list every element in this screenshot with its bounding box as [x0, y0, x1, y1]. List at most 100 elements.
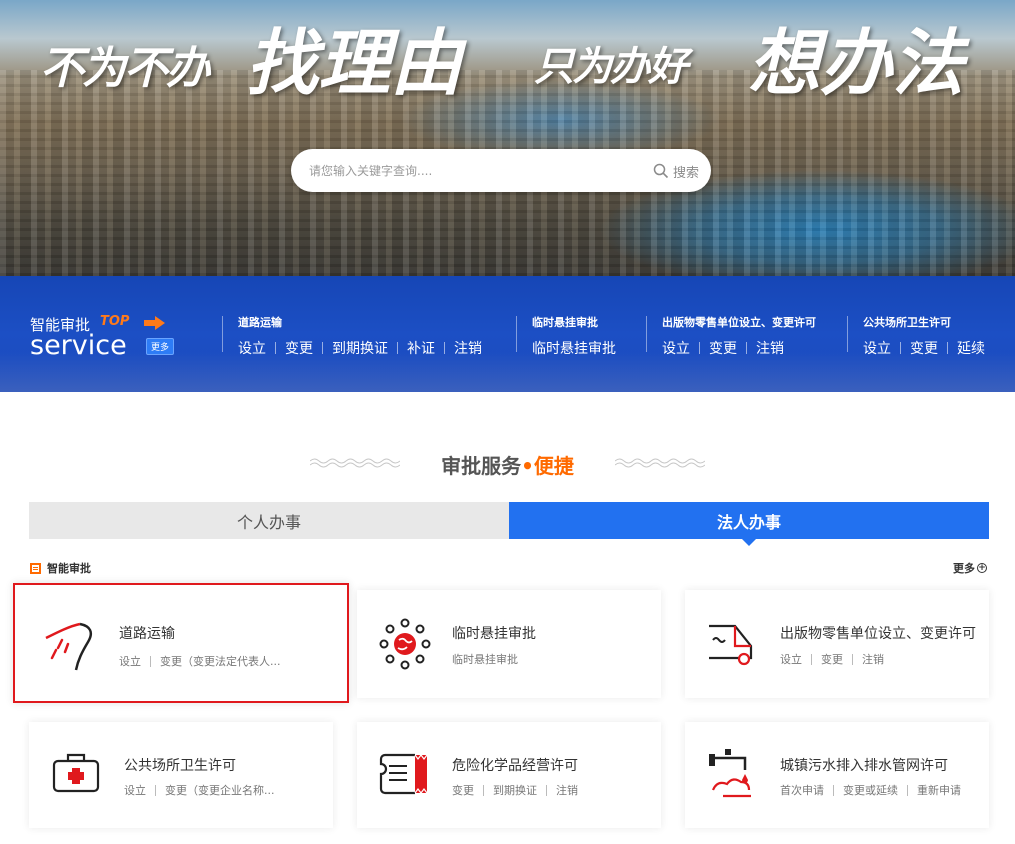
service-card-road-transport[interactable]: 道路运输 设立 变更（变更法定代表人... [13, 583, 349, 703]
first-aid-kit-icon [52, 753, 100, 793]
divider [900, 342, 901, 354]
service-logo-top: TOP [100, 314, 130, 329]
service-link[interactable]: 注销 [454, 338, 482, 358]
divider [847, 316, 848, 352]
service-card-option[interactable]: 到期换证 [493, 782, 537, 798]
service-link[interactable]: 补证 [407, 338, 435, 358]
slogan-small-1: 不为不办 [40, 43, 210, 94]
subsection-heading: 智能审批 [30, 560, 91, 576]
service-card-public-hygiene[interactable]: 公共场所卫生许可 设立 变更（变更企业名称... [29, 722, 333, 828]
search-icon [653, 163, 669, 179]
section-title: 审批服务•便捷 [0, 450, 1015, 480]
slogan-small-2: 只为办好 [534, 43, 688, 90]
service-card-option[interactable]: 变更（变更企业名称... [165, 782, 275, 798]
service-card-option[interactable]: 首次申请 [780, 782, 824, 798]
service-link[interactable]: 变更 [910, 338, 938, 358]
service-card-sewage-discharge[interactable]: 城镇污水排入排水管网许可 首次申请 变更或延续 重新申请 [685, 722, 989, 828]
service-group-links: 设立 变更 注销 [662, 338, 816, 358]
service-card-option[interactable]: 设立 [124, 782, 146, 798]
hazard-document-icon [379, 753, 428, 795]
divider [275, 342, 276, 354]
divider [852, 653, 853, 665]
service-link[interactable]: 设立 [238, 338, 266, 358]
service-card-option[interactable]: 设立 [119, 653, 141, 669]
section-title-accent: 便捷 [533, 454, 574, 478]
service-link[interactable]: 变更 [709, 338, 737, 358]
service-link[interactable]: 注销 [756, 338, 784, 358]
service-group-public-hygiene: 公共场所卫生许可 设立 变更 延续 [863, 314, 985, 358]
service-card-option[interactable]: 变更 [452, 782, 474, 798]
search-button[interactable]: 搜索 [653, 160, 699, 182]
slogan-big-2: 想办法 [748, 20, 965, 105]
tab-personal[interactable]: 个人办事 [29, 502, 509, 539]
service-group-title: 临时悬挂审批 [532, 316, 598, 329]
service-card-options: 变更 到期换证 注销 [452, 782, 578, 798]
service-card-option[interactable]: 变更（变更法定代表人... [160, 653, 281, 669]
service-card-title: 道路运输 [119, 626, 175, 642]
service-group-title: 公共场所卫生许可 [863, 316, 951, 329]
divider [397, 342, 398, 354]
service-card-options: 设立 变更（变更法定代表人... [119, 653, 281, 669]
divider [907, 784, 908, 796]
slogan: 不为不办 找理由 只为办好 想办法 [0, 4, 1015, 105]
slogan-big-1: 找理由 [246, 20, 463, 105]
service-card-option[interactable]: 变更或延续 [843, 782, 898, 798]
service-card-options: 设立 变更 注销 [780, 651, 884, 667]
service-card-option[interactable]: 注销 [862, 651, 884, 667]
divider [546, 784, 547, 796]
service-card-title: 公共场所卫生许可 [124, 758, 236, 774]
divider [483, 784, 484, 796]
service-card-publication-retail[interactable]: 出版物零售单位设立、变更许可 设立 变更 注销 [685, 590, 989, 698]
more-link[interactable]: 更多 + [953, 560, 987, 576]
divider [150, 655, 151, 667]
smart-approval-bar: 智能审批 TOP service 更多 道路运输 设立 变更 到期换证 补证 注… [0, 276, 1015, 392]
service-group-road-transport: 道路运输 设立 变更 到期换证 补证 注销 [238, 314, 482, 358]
service-link[interactable]: 临时悬挂审批 [532, 338, 616, 358]
divider [646, 316, 647, 352]
plus-circle-icon: + [977, 563, 987, 573]
search-box: 搜索 [291, 149, 711, 192]
service-logo: 智能审批 TOP service 更多 [30, 314, 210, 374]
divider [444, 342, 445, 354]
service-link[interactable]: 设立 [662, 338, 690, 358]
service-card-options: 首次申请 变更或延续 重新申请 [780, 782, 961, 798]
page: { "hero": { "slogan_small_1": "不为不办", "s… [0, 0, 1015, 844]
tab-legal[interactable]: 法人办事 [509, 502, 989, 539]
divider [947, 342, 948, 354]
active-tab-indicator [742, 539, 756, 546]
service-link[interactable]: 到期换证 [332, 338, 388, 358]
search-input[interactable] [309, 160, 629, 182]
sewage-pipe-icon [709, 749, 751, 798]
wave-decoration-right [615, 458, 705, 468]
service-group-links: 设立 变更 到期换证 补证 注销 [238, 338, 482, 358]
service-link[interactable]: 延续 [957, 338, 985, 358]
service-card-option[interactable]: 变更 [821, 651, 843, 667]
search-button-label: 搜索 [672, 165, 699, 181]
service-group-links: 临时悬挂审批 [532, 338, 616, 358]
service-more-button[interactable]: 更多 [146, 338, 175, 355]
service-card-option[interactable]: 设立 [780, 651, 802, 667]
service-card-title: 城镇污水排入排水管网许可 [780, 758, 948, 774]
subsection-label: 智能审批 [47, 562, 91, 575]
service-card-options: 临时悬挂审批 [452, 651, 518, 667]
service-card-option[interactable]: 临时悬挂审批 [452, 651, 518, 667]
divider [699, 342, 700, 354]
road-icon [45, 622, 92, 671]
divider [833, 784, 834, 796]
section-title-dot: • [521, 454, 534, 478]
service-card-option[interactable]: 注销 [556, 782, 578, 798]
hero-banner: 不为不办 找理由 只为办好 想办法 搜索 [0, 0, 1015, 276]
service-link[interactable]: 设立 [863, 338, 891, 358]
delivery-truck-icon [709, 624, 753, 666]
service-group-title: 出版物零售单位设立、变更许可 [662, 316, 816, 329]
arrow-right-icon [144, 316, 165, 330]
service-card-temp-suspension[interactable]: 临时悬挂审批 临时悬挂审批 [357, 590, 661, 698]
divider [155, 784, 156, 796]
globe-network-icon [379, 618, 431, 670]
service-link[interactable]: 变更 [285, 338, 313, 358]
divider [222, 316, 223, 352]
service-card-hazardous-chemicals[interactable]: 危险化学品经营许可 变更 到期换证 注销 [357, 722, 661, 828]
list-icon [30, 562, 41, 574]
service-card-option[interactable]: 重新申请 [917, 782, 961, 798]
divider [322, 342, 323, 354]
